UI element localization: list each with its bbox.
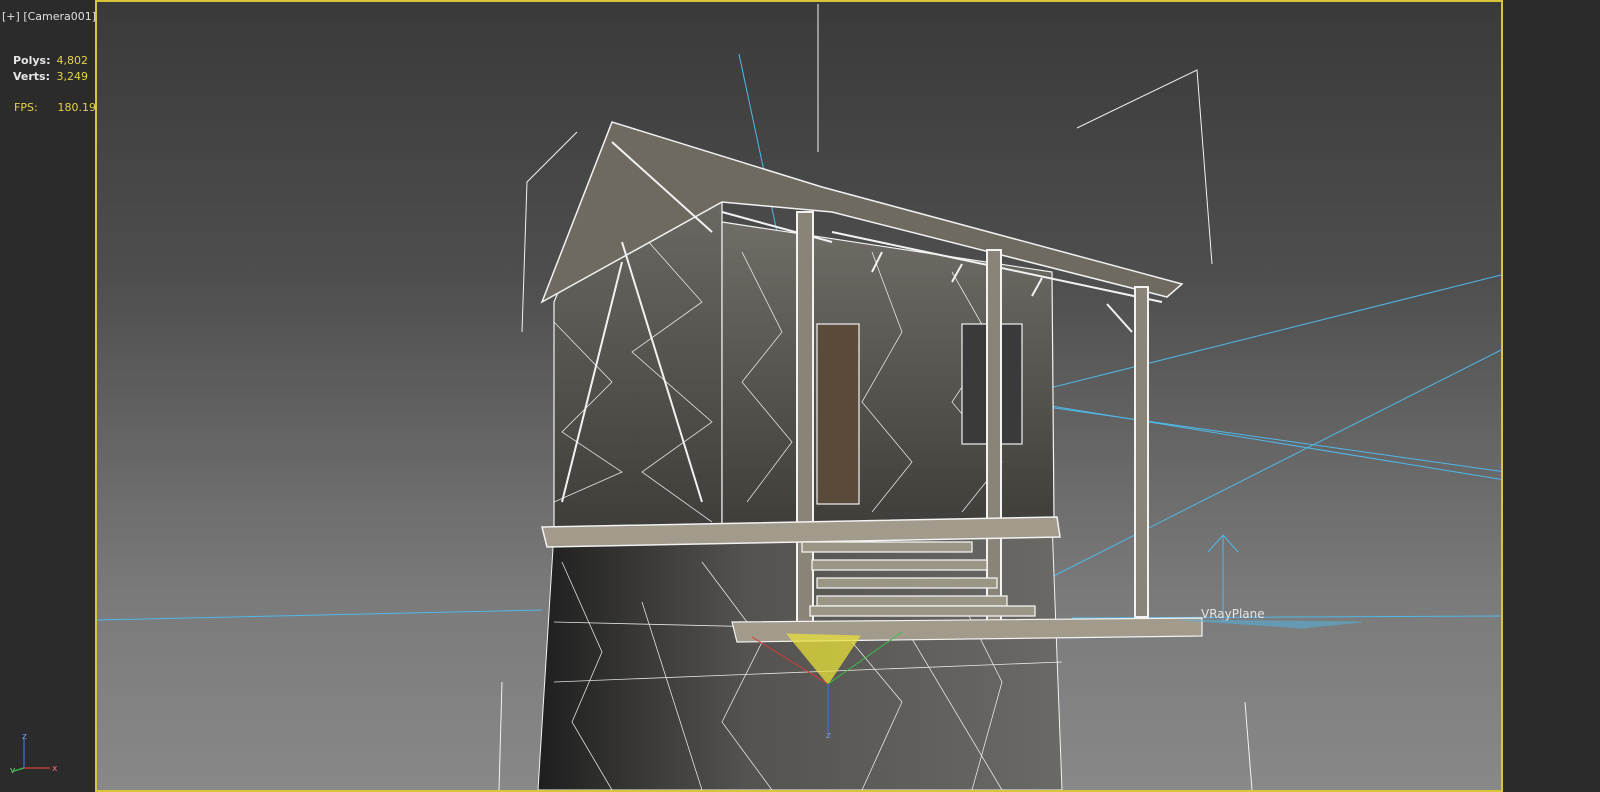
- camera-viewport[interactable]: z VRayPlane: [95, 0, 1503, 792]
- scene-render[interactable]: z: [97, 2, 1501, 790]
- axis-y-label: y: [10, 766, 16, 773]
- viewport-camera-button[interactable]: [Camera001]: [23, 10, 96, 23]
- viewport-menu-button[interactable]: [+]: [2, 10, 20, 23]
- fps-label: FPS:: [14, 101, 38, 114]
- viewport-label[interactable]: [+] [Camera001]: [2, 10, 96, 23]
- viewport-statistics: Polys: 4,802 Verts: 3,249: [13, 53, 88, 85]
- polys-label: Polys:: [13, 54, 51, 67]
- fps-row: FPS: 180.190: [14, 101, 103, 114]
- right-panel: [1503, 0, 1600, 792]
- axis-x-label: x: [52, 764, 58, 773]
- verts-label: Verts:: [13, 70, 51, 83]
- polys-value: 4,802: [56, 54, 89, 67]
- axis-z-label: z: [22, 733, 27, 742]
- verts-row: Verts: 3,249: [13, 69, 88, 85]
- left-panel: [+] [Camera001] Polys: 4,802 Verts: 3,24…: [0, 0, 103, 792]
- gizmo-z-label: z: [826, 731, 831, 741]
- polys-row: Polys: 4,802: [13, 53, 88, 69]
- axis-gizmo-icon: z x y: [10, 733, 58, 773]
- vray-plane-label[interactable]: VRayPlane: [1201, 607, 1265, 621]
- house-door[interactable]: [816, 323, 860, 505]
- verts-value: 3,249: [56, 70, 89, 83]
